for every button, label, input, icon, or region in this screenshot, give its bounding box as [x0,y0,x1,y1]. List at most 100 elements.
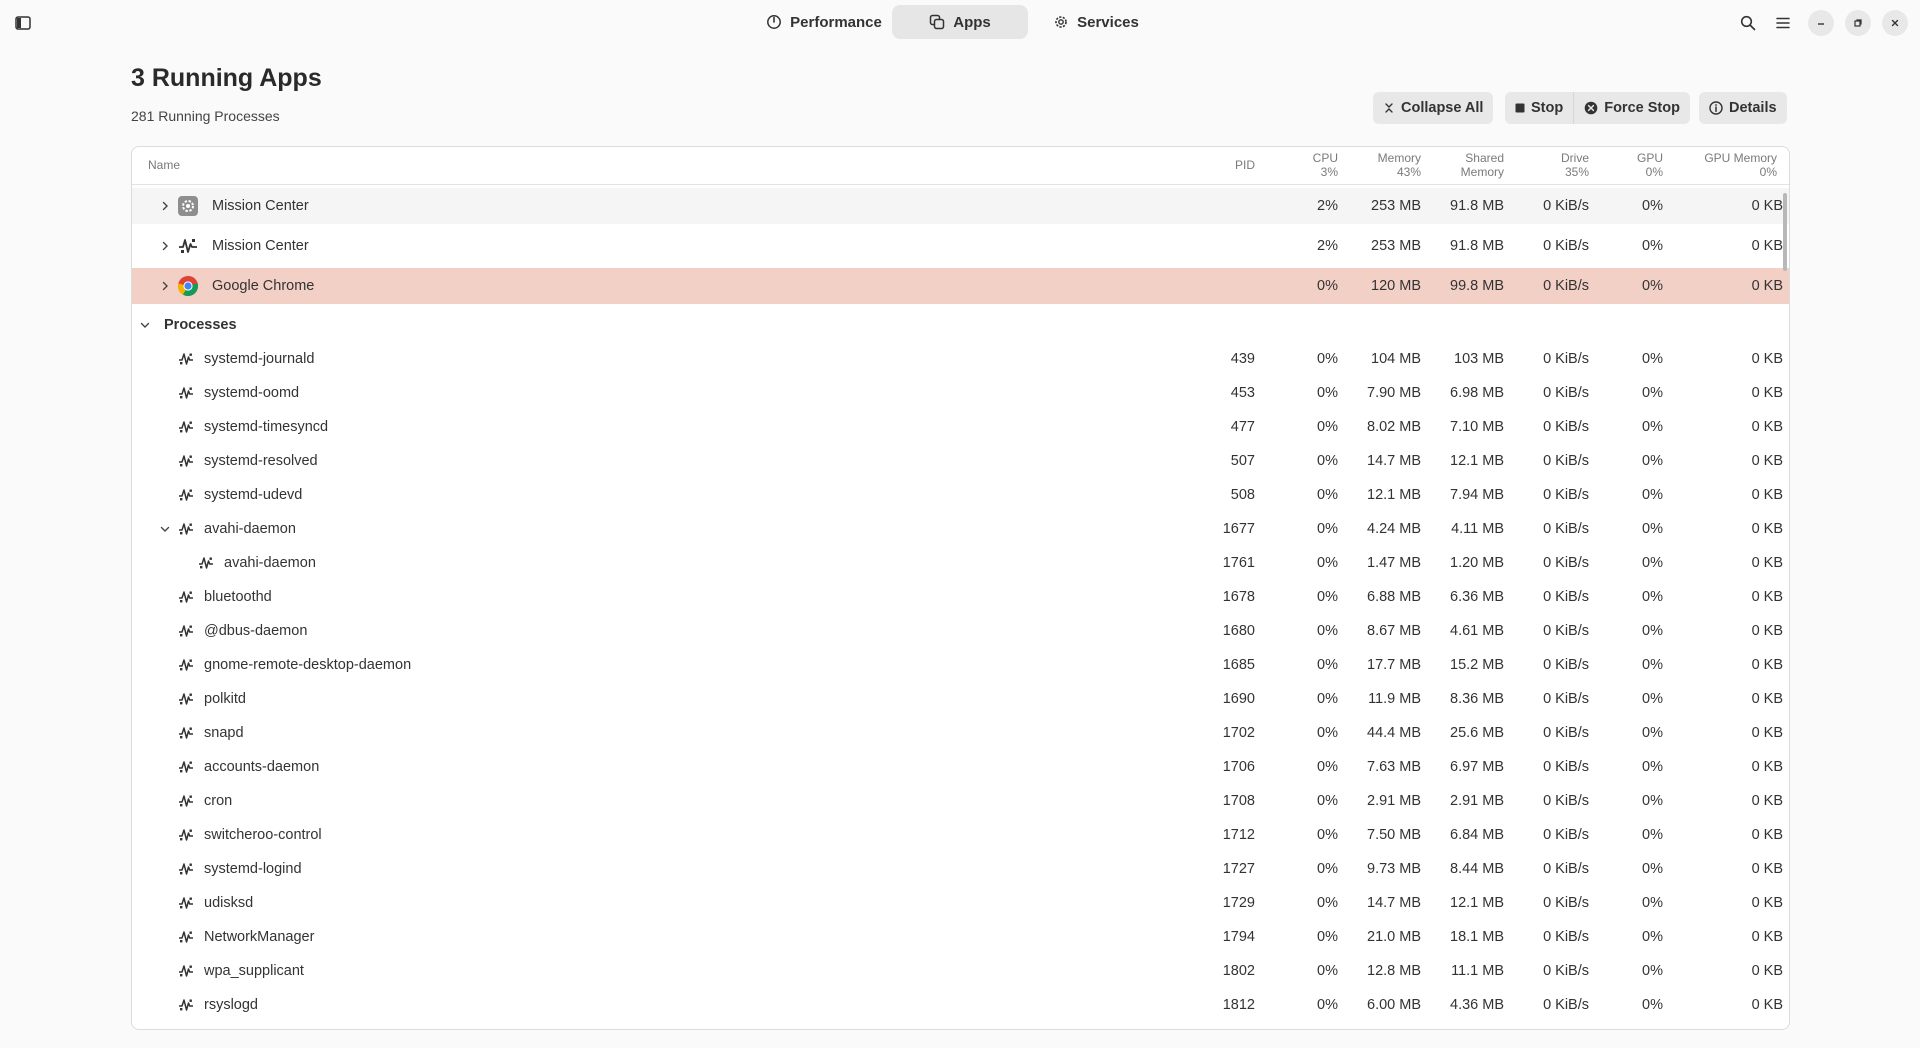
gpu-memory-cell: 0 KB [1751,861,1783,877]
table-row[interactable]: udisksd 1729 0% 14.7 MB 12.1 MB 0 KiB/s 0% 0 KB [132,886,1789,920]
pid-cell: 1729 [1222,895,1255,911]
tab-services[interactable]: Services [1028,5,1164,39]
table-row[interactable]: systemd-journald 439 0% 104 MB 103 MB 0 KiB/s… [132,342,1789,376]
drive-cell: 0 KiB/s [1543,997,1589,1013]
memory-cell: 120 MB [1371,278,1421,294]
sidebar-toggle-button[interactable] [10,10,36,36]
processes-section-header[interactable]: Processes [132,308,1789,342]
restore-window-button[interactable] [1845,10,1871,36]
table-row[interactable]: avahi-daemon 1761 0% 1.47 MB 1.20 MB 0 KiB/s 0… [132,546,1789,580]
column-header-gpu-memory[interactable]: GPU Memory 0% [1704,151,1777,179]
process-name: wpa_supplicant [204,963,304,979]
details-button[interactable]: Details [1699,92,1787,124]
pid-cell: 507 [1230,453,1255,469]
table-scrollbar[interactable] [1783,193,1787,271]
main-menu-button[interactable] [1770,10,1796,36]
column-header-drive[interactable]: Drive 35% [1561,151,1589,179]
gpu-cell: 0% [1642,238,1663,254]
chevron-right-icon[interactable] [158,239,172,253]
chevron-right-icon[interactable] [158,279,172,293]
gpu-cell: 0% [1642,691,1663,707]
search-button[interactable] [1735,10,1761,36]
table-row[interactable]: systemd-udevd 508 0% 12.1 MB 7.94 MB 0 KiB/s 0… [132,478,1789,512]
process-icon [177,486,195,504]
cpu-cell: 0% [1317,759,1338,775]
table-row[interactable]: switcheroo-control 1712 0% 7.50 MB 6.84 MB 0 … [132,818,1789,852]
table-row[interactable]: polkitd 1690 0% 11.9 MB 8.36 MB 0 KiB/s 0% 0 KB [132,682,1789,716]
drive-cell: 0 KiB/s [1543,657,1589,673]
process-name: systemd-resolved [204,453,318,469]
gpu-cell: 0% [1642,385,1663,401]
gpu-memory-cell: 0 KB [1751,963,1783,979]
close-window-button[interactable] [1882,10,1908,36]
shared-memory-header-line2: Memory [1460,165,1504,179]
gpu-cell: 0% [1642,521,1663,537]
table-row[interactable]: cron 1708 0% 2.91 MB 2.91 MB 0 KiB/s 0% 0 KB [132,784,1789,818]
app-row[interactable]: Mission Center 2% 253 MB 91.8 MB 0 KiB/s 0% 0 … [132,228,1789,264]
table-row[interactable]: systemd-resolved 507 0% 14.7 MB 12.1 MB 0 KiB… [132,444,1789,478]
table-row[interactable]: wpa_supplicant 1802 0% 12.8 MB 11.1 MB 0 KiB/… [132,954,1789,988]
gpu-cell: 0% [1642,351,1663,367]
collapse-all-button[interactable]: Collapse All [1373,92,1494,124]
app-row[interactable]: Mission Center 2% 253 MB 91.8 MB 0 KiB/s 0% 0 … [132,188,1789,224]
process-icon [177,690,195,708]
table-row[interactable]: gnome-remote-desktop-daemon 1685 0% 17.7 MB… [132,648,1789,682]
drive-cell: 0 KiB/s [1543,487,1589,503]
table-row[interactable]: NetworkManager 1794 0% 21.0 MB 18.1 MB 0 KiB/… [132,920,1789,954]
tab-apps-label: Apps [953,13,991,31]
process-icon [177,622,195,640]
column-header-name[interactable]: Name [148,158,180,172]
app-row[interactable]: Google Chrome 0% 120 MB 99.8 MB 0 KiB/s 0% 0 K… [132,268,1789,304]
stop-button[interactable]: Stop [1505,92,1575,124]
gpu-memory-cell: 0 KB [1751,827,1783,843]
minimize-icon [1818,23,1824,25]
pid-cell: 1690 [1222,691,1255,707]
table-row[interactable]: accounts-daemon 1706 0% 7.63 MB 6.97 MB 0 KiB… [132,750,1789,784]
minimize-window-button[interactable] [1808,10,1834,36]
table-row[interactable]: systemd-timesyncd 477 0% 8.02 MB 7.10 MB 0 Ki… [132,410,1789,444]
chevron-down-icon[interactable] [158,522,172,536]
column-header-cpu[interactable]: CPU 3% [1313,151,1338,179]
drive-cell: 0 KiB/s [1543,725,1589,741]
drive-cell: 0 KiB/s [1543,589,1589,605]
table-row[interactable]: rsyslogd 1812 0% 6.00 MB 4.36 MB 0 KiB/s 0% 0 K… [132,988,1789,1022]
memory-cell: 253 MB [1371,198,1421,214]
process-icon [197,554,215,572]
table-row[interactable]: bluetoothd 1678 0% 6.88 MB 6.36 MB 0 KiB/s 0% 0… [132,580,1789,614]
process-icon [177,792,195,810]
drive-cell: 0 KiB/s [1543,691,1589,707]
cpu-cell: 0% [1317,997,1338,1013]
memory-cell: 12.1 MB [1367,487,1421,503]
cpu-cell: 0% [1317,963,1338,979]
gpu-cell: 0% [1642,963,1663,979]
memory-cell: 8.67 MB [1367,623,1421,639]
column-header-pid[interactable]: PID [1235,158,1255,172]
table-row[interactable]: avahi-daemon 1677 0% 4.24 MB 4.11 MB 0 KiB/s 0… [132,512,1789,546]
gpu-cell: 0% [1642,793,1663,809]
drive-cell: 0 KiB/s [1543,351,1589,367]
table-row[interactable]: systemd-oomd 453 0% 7.90 MB 6.98 MB 0 KiB/s 0%… [132,376,1789,410]
chevron-down-icon[interactable] [138,318,152,332]
tab-performance[interactable]: Performance [756,5,892,39]
drive-cell: 0 KiB/s [1543,827,1589,843]
force-stop-button[interactable]: Force Stop [1574,92,1690,124]
column-header-gpu[interactable]: GPU 0% [1637,151,1663,179]
cpu-total-usage: 3% [1320,165,1338,179]
memory-cell: 4.24 MB [1367,521,1421,537]
chevron-right-icon[interactable] [158,199,172,213]
table-row[interactable]: snapd 1702 0% 44.4 MB 25.6 MB 0 KiB/s 0% 0 KB [132,716,1789,750]
drive-cell: 0 KiB/s [1543,521,1589,537]
column-header-memory[interactable]: Memory 43% [1378,151,1421,179]
tab-apps[interactable]: Apps [892,5,1028,39]
drive-cell: 0 KiB/s [1543,623,1589,639]
table-row[interactable]: systemd-logind 1727 0% 9.73 MB 8.44 MB 0 KiB/… [132,852,1789,886]
gpu-memory-cell: 0 KB [1751,385,1783,401]
table-row[interactable]: @dbus-daemon 1680 0% 8.67 MB 4.61 MB 0 KiB/s 0… [132,614,1789,648]
column-header-shared-memory[interactable]: Shared Memory [1461,151,1504,179]
process-icon [177,758,195,776]
close-icon [1891,19,1899,27]
gpu-cell: 0% [1642,827,1663,843]
process-icon [177,656,195,674]
cpu-cell: 0% [1317,793,1338,809]
gpu-cell: 0% [1642,453,1663,469]
